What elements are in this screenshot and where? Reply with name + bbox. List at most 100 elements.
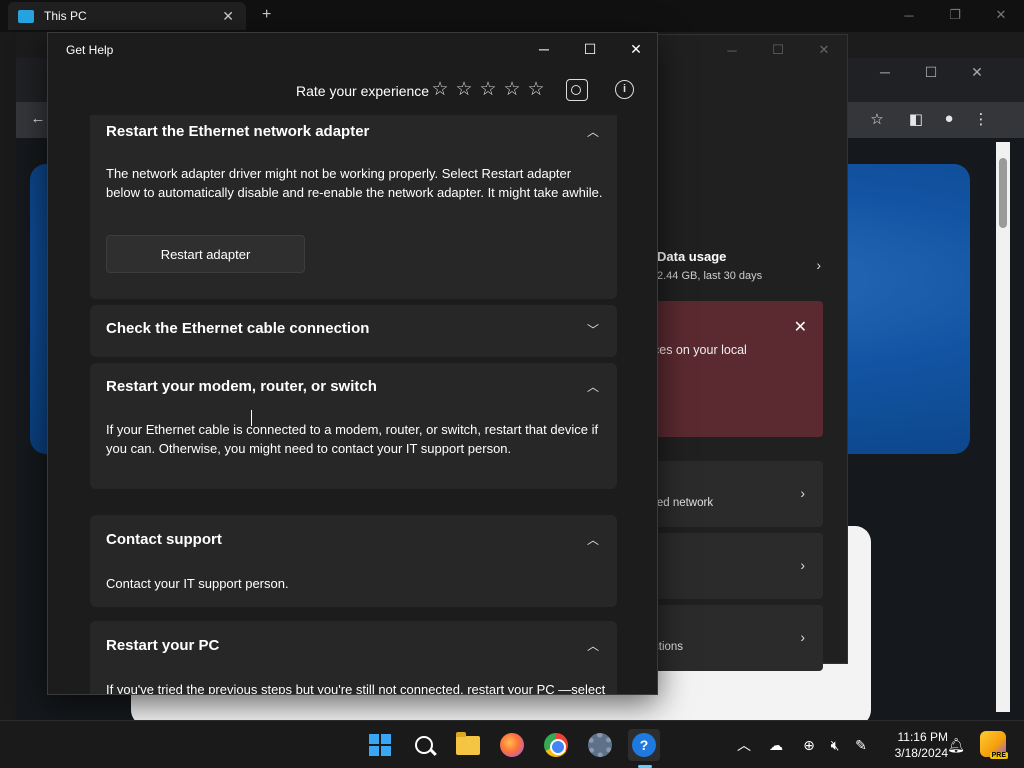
search-button[interactable] bbox=[408, 729, 440, 761]
star-icon[interactable]: ☆ bbox=[524, 78, 548, 102]
taskbar: ? ︿ ☁ ⊕ 🔇︎ ✎ 11:16 PM 3/18/2024 🔔︎ PRE bbox=[0, 720, 1024, 768]
profile-icon[interactable]: ● bbox=[939, 110, 959, 130]
card-heading[interactable]: Restart your modem, router, or switch bbox=[106, 378, 377, 395]
info-icon[interactable]: i bbox=[615, 80, 634, 99]
file-explorer-button[interactable] bbox=[452, 729, 484, 761]
close-icon[interactable]: ✕ bbox=[794, 317, 807, 337]
alert-banner: ces on your local ✕ bbox=[649, 301, 823, 437]
start-button[interactable] bbox=[364, 729, 396, 761]
star-icon[interactable]: ☆ bbox=[428, 78, 452, 102]
data-usage-subtitle: 2.44 GB, last 30 days bbox=[657, 270, 763, 282]
firefox-icon bbox=[500, 733, 524, 757]
close-button[interactable]: ✕ bbox=[613, 33, 657, 65]
star-icon[interactable]: ☆ bbox=[867, 110, 887, 130]
card-body: If your Ethernet cable is connected to a… bbox=[106, 422, 599, 456]
text-cursor bbox=[251, 410, 253, 426]
notification-bell-icon[interactable]: 🔔︎ bbox=[946, 735, 966, 755]
chrome-icon bbox=[544, 733, 568, 757]
browser-close-button[interactable]: ✕ bbox=[954, 58, 1000, 86]
data-usage-title: Data usage bbox=[657, 249, 727, 264]
firefox-button[interactable] bbox=[496, 729, 528, 761]
card-heading[interactable]: Contact support bbox=[106, 531, 222, 548]
settings-button[interactable] bbox=[584, 729, 616, 761]
chevron-right-icon: › bbox=[816, 257, 821, 273]
network-icon[interactable]: ⊕ bbox=[799, 735, 819, 755]
clock-date: 3/18/2024 bbox=[894, 746, 948, 760]
settings-close-button[interactable]: ✕ bbox=[801, 35, 847, 65]
card-restart-modem: Restart your modem, router, or switch ︿ … bbox=[90, 363, 617, 489]
explorer-sidebar bbox=[0, 32, 16, 722]
chevron-up-icon[interactable]: ︿ bbox=[587, 378, 599, 395]
restore-button[interactable]: ❐ bbox=[932, 0, 978, 30]
restart-adapter-button[interactable]: Restart adapter bbox=[106, 235, 305, 273]
troubleshooting-list[interactable]: Restart the Ethernet network adapter ︿ T… bbox=[48, 115, 657, 695]
minimize-button[interactable]: ─ bbox=[886, 0, 932, 30]
chevron-down-icon[interactable]: ﹀ bbox=[587, 321, 599, 338]
tab-title: This PC bbox=[44, 9, 87, 23]
card-body: Contact your IT support person. bbox=[106, 576, 289, 591]
settings-row[interactable]: › bbox=[649, 533, 823, 599]
settings-window: ─ ☐ ✕ Data usage 2.44 GB, last 30 days ›… bbox=[640, 34, 848, 671]
copilot-icon[interactable]: PRE bbox=[980, 731, 1008, 759]
chevron-right-icon: › bbox=[800, 629, 805, 645]
settings-maximize-button[interactable]: ☐ bbox=[755, 35, 801, 65]
get-help-window: Get Help ─ ☐ ✕ Rate your experience ☆ ☆ … bbox=[47, 32, 658, 695]
minimize-button[interactable]: ─ bbox=[521, 33, 567, 65]
card-heading[interactable]: Check the Ethernet cable connection bbox=[106, 320, 369, 337]
browser-maximize-button[interactable]: ☐ bbox=[908, 58, 954, 86]
card-body: If you've tried the previous steps but y… bbox=[106, 682, 606, 695]
sidebar-icon[interactable]: ◧ bbox=[906, 110, 926, 130]
browser-minimize-button[interactable]: ─ bbox=[862, 58, 908, 86]
star-icon[interactable]: ☆ bbox=[452, 78, 476, 102]
language-icon[interactable]: ✎ bbox=[851, 735, 871, 755]
settings-row-connections[interactable]: ctions › bbox=[649, 605, 823, 671]
card-restart-pc: Restart your PC ︿ If you've tried the pr… bbox=[90, 621, 617, 695]
tab-this-pc[interactable]: This PC ✕ bbox=[8, 2, 246, 30]
card-heading[interactable]: Restart your PC bbox=[106, 637, 219, 654]
feedback-icon[interactable] bbox=[566, 79, 588, 101]
search-icon bbox=[415, 736, 433, 754]
star-rating[interactable]: ☆ ☆ ☆ ☆ ☆ bbox=[428, 78, 548, 102]
more-icon[interactable]: ⋮ bbox=[971, 110, 991, 130]
chevron-up-icon[interactable]: ︿ bbox=[734, 735, 754, 755]
browser-scrollbar[interactable] bbox=[996, 142, 1010, 712]
clock[interactable]: 11:16 PM 3/18/2024 bbox=[876, 729, 948, 761]
rate-experience-label: Rate your experience bbox=[296, 83, 430, 99]
windows-icon bbox=[369, 734, 391, 756]
preview-badge: PRE bbox=[989, 752, 1008, 759]
close-button[interactable]: ✕ bbox=[978, 0, 1024, 30]
chrome-button[interactable] bbox=[540, 729, 572, 761]
back-icon[interactable]: ← bbox=[28, 110, 48, 130]
chevron-right-icon: › bbox=[800, 557, 805, 573]
chevron-up-icon[interactable]: ︿ bbox=[587, 123, 599, 140]
maximize-button[interactable]: ☐ bbox=[567, 33, 613, 65]
gear-icon bbox=[588, 733, 612, 757]
scrollbar-thumb[interactable] bbox=[999, 158, 1007, 228]
get-help-button[interactable]: ? bbox=[628, 729, 660, 761]
data-usage-item[interactable]: Data usage 2.44 GB, last 30 days › bbox=[657, 249, 823, 282]
settings-row-network[interactable]: red network › bbox=[649, 461, 823, 527]
card-check-cable[interactable]: Check the Ethernet cable connection ﹀ bbox=[90, 305, 617, 357]
window-title: Get Help bbox=[66, 43, 114, 57]
card-body: The network adapter driver might not be … bbox=[106, 166, 603, 200]
card-restart-adapter: Restart the Ethernet network adapter ︿ T… bbox=[90, 115, 617, 299]
settings-row-label: red network bbox=[653, 497, 714, 509]
card-contact-support: Contact support ︿ Contact your IT suppor… bbox=[90, 515, 617, 607]
rating-bar: Rate your experience ☆ ☆ ☆ ☆ ☆ i bbox=[48, 69, 657, 109]
chevron-up-icon[interactable]: ︿ bbox=[587, 637, 599, 654]
volume-mute-icon[interactable]: 🔇︎ bbox=[825, 735, 845, 755]
explorer-tab-bar: This PC ✕ + ─ ❐ ✕ bbox=[0, 0, 1024, 32]
help-icon: ? bbox=[632, 733, 656, 757]
alert-text: ces on your local bbox=[653, 343, 747, 357]
chevron-up-icon[interactable]: ︿ bbox=[587, 531, 599, 548]
star-icon[interactable]: ☆ bbox=[476, 78, 500, 102]
computer-icon bbox=[18, 9, 34, 23]
onedrive-icon[interactable]: ☁ bbox=[766, 735, 786, 755]
get-help-titlebar[interactable]: Get Help ─ ☐ ✕ bbox=[48, 33, 657, 65]
folder-icon bbox=[456, 731, 480, 755]
close-tab-icon[interactable]: ✕ bbox=[222, 8, 234, 25]
card-heading[interactable]: Restart the Ethernet network adapter bbox=[106, 123, 369, 140]
star-icon[interactable]: ☆ bbox=[500, 78, 524, 102]
new-tab-button[interactable]: + bbox=[262, 6, 271, 24]
settings-minimize-button[interactable]: ─ bbox=[709, 35, 755, 65]
